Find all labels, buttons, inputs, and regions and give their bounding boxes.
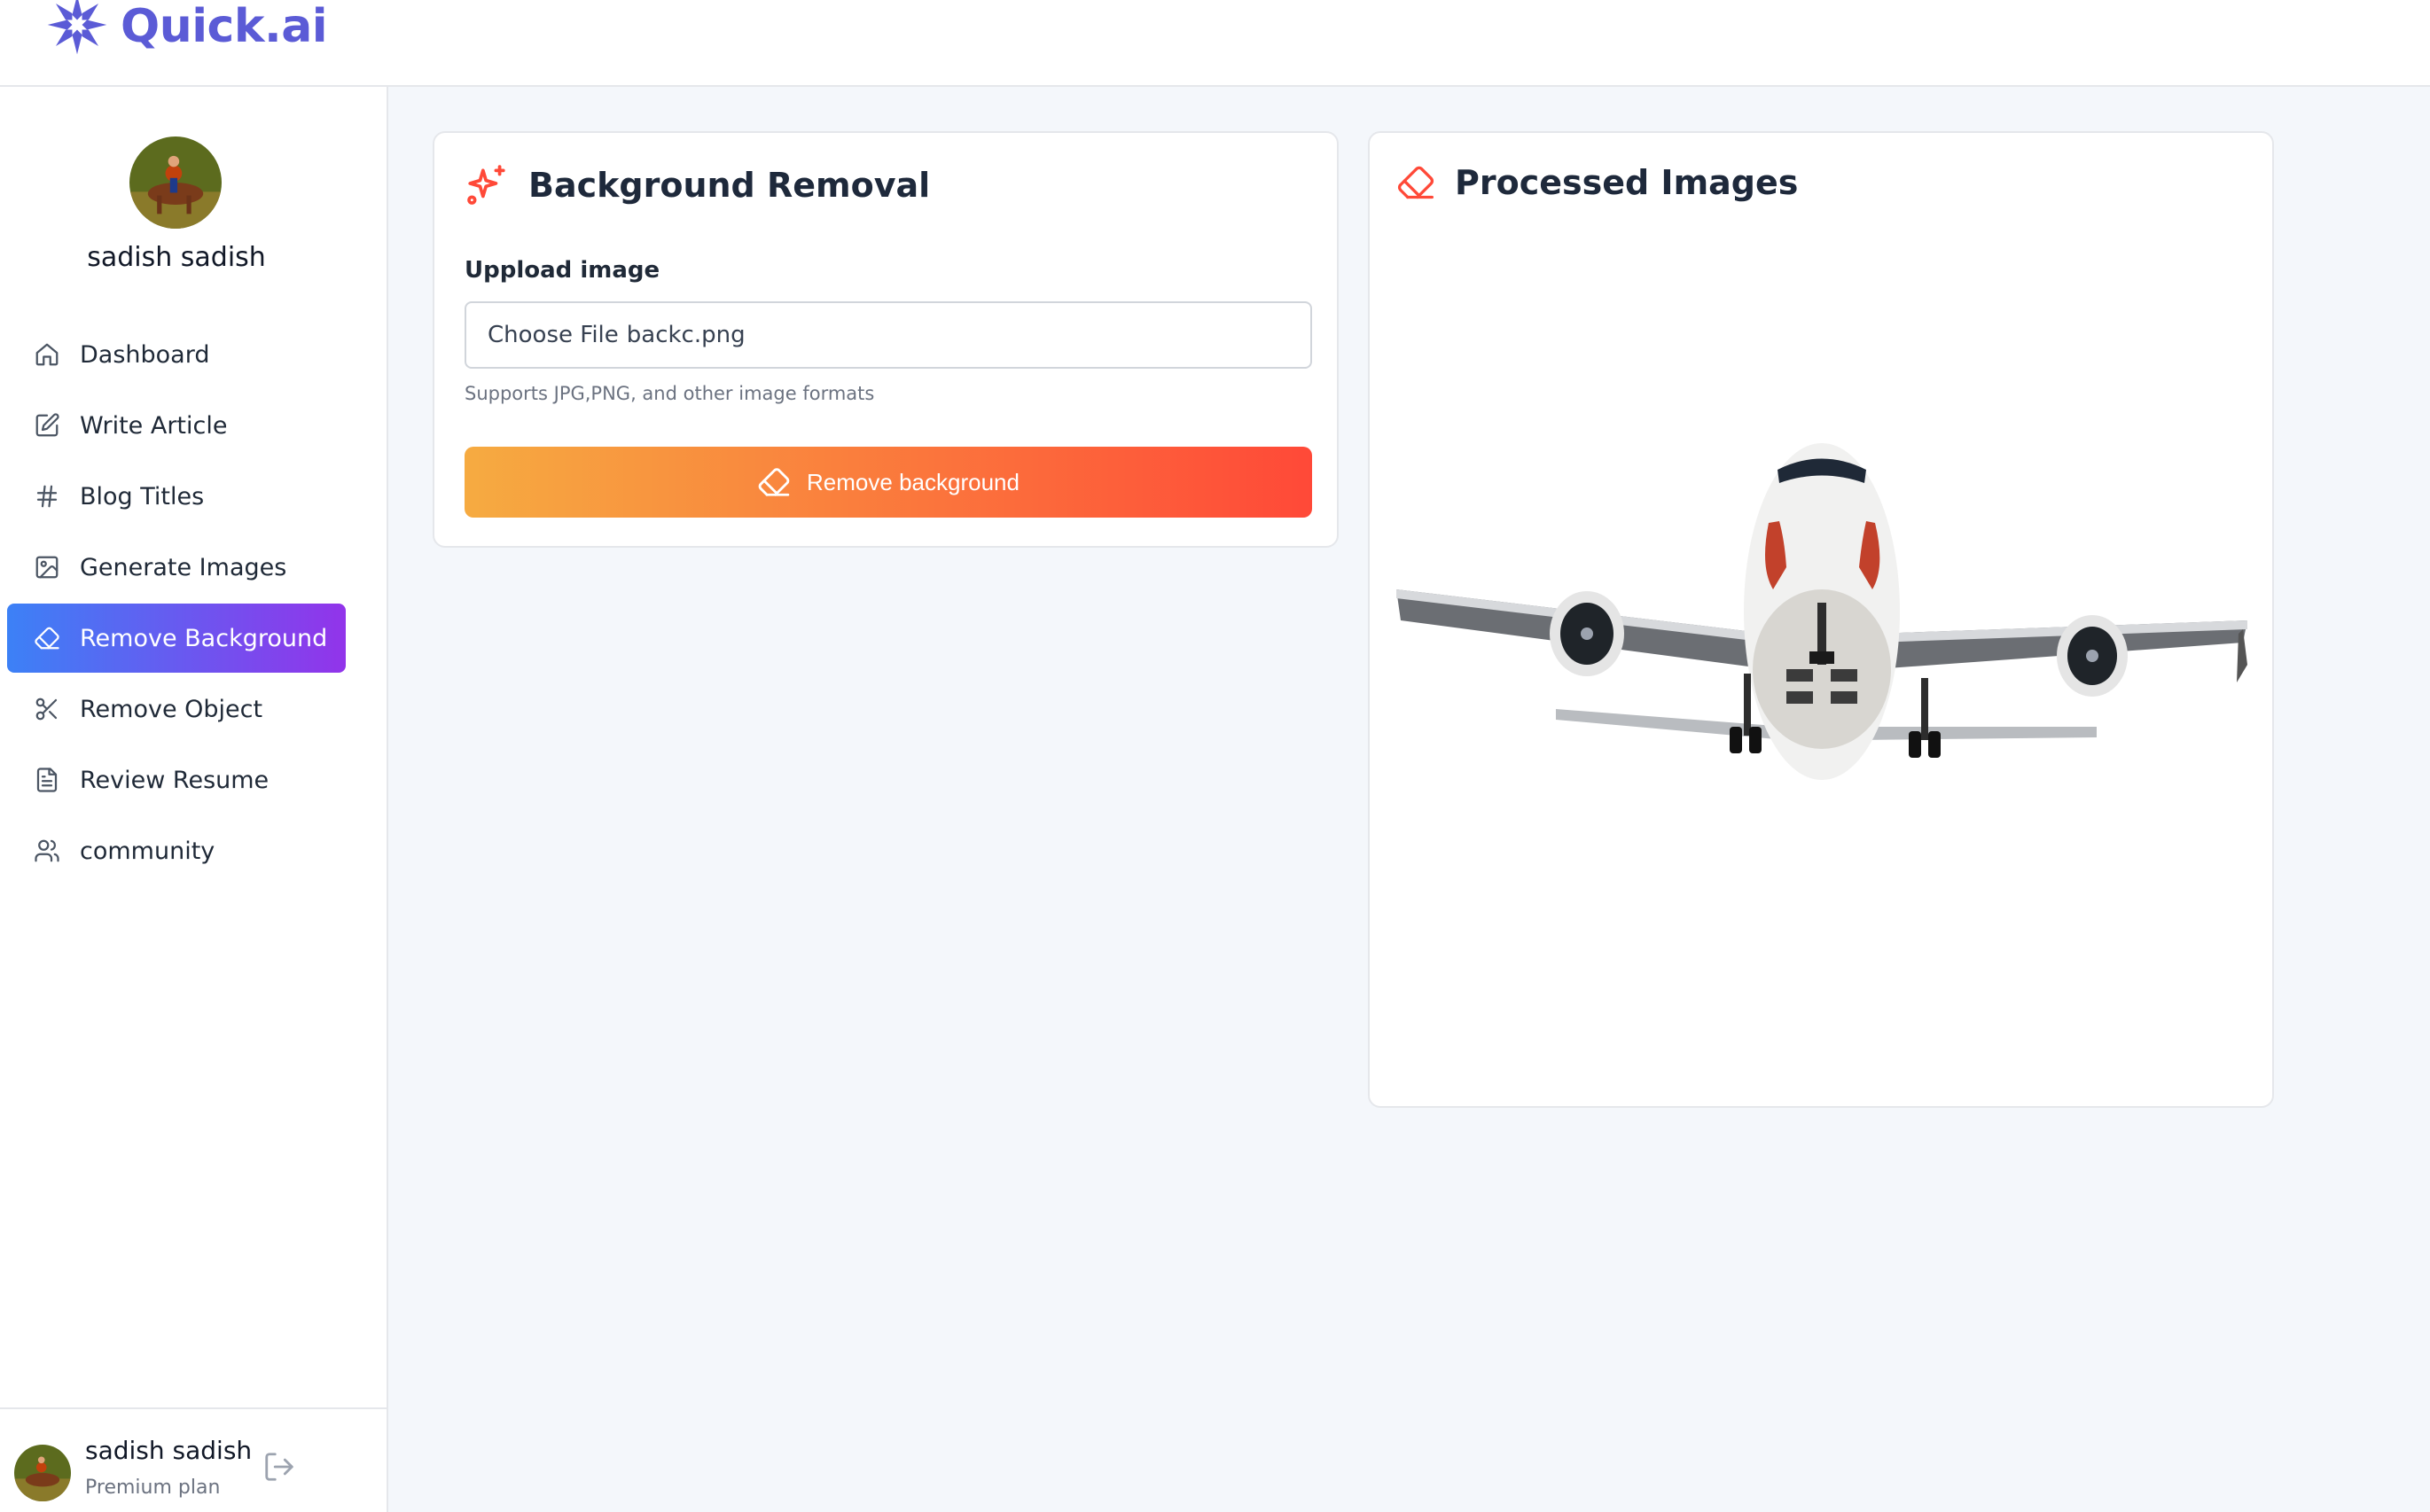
airplane-image [1396,443,2247,780]
footer-user-plan: Premium plan [85,1477,221,1499]
home-icon [32,339,62,370]
top-bar: Quick.ai [0,0,2430,87]
sidebar-item-label: Review Resume [80,766,270,794]
remove-background-button[interactable]: Remove background [465,447,1312,518]
sidebar: sadish sadish Dashboard Write Article Bl… [0,87,388,1512]
button-label: Remove background [807,468,1020,495]
upload-hint: Supports JPG,PNG, and other image format… [465,383,875,404]
brand-logo[interactable]: Quick.ai [44,0,328,61]
main-content: Background Removal Uppload image Choose … [388,87,2430,1512]
card-title-text: Processed Images [1455,163,1799,202]
avatar[interactable] [129,136,222,229]
processed-images-card: Processed Images [1368,131,2274,1108]
background-removal-card: Background Removal Uppload image Choose … [433,131,1339,548]
logout-icon[interactable] [262,1450,296,1484]
sidebar-item-label: Dashboard [80,340,210,369]
choose-file-button[interactable]: Choose File [488,322,619,348]
sidebar-item-remove-background[interactable]: Remove Background [7,604,346,673]
user-avatar[interactable] [14,1445,71,1501]
card-title: Processed Images [1396,163,1798,202]
brand-name: Quick.ai [121,0,328,53]
upload-label: Uppload image [465,257,660,284]
pen-square-icon [32,410,62,440]
sparkle-logo-icon [44,0,110,61]
sparkles-icon [465,163,509,207]
sidebar-item-label: Write Article [80,411,228,440]
eraser-icon [32,623,62,653]
sidebar-item-label: Generate Images [80,553,287,581]
scissors-icon [32,694,62,724]
sidebar-item-label: Blog Titles [80,482,205,510]
eraser-icon [757,465,791,499]
processed-image [1396,443,2247,798]
card-title: Background Removal [465,163,930,207]
sidebar-item-label: Remove Object [80,695,263,723]
file-input[interactable]: Choose File backc.png [465,301,1312,369]
sidebar-item-dashboard[interactable]: Dashboard [7,320,346,389]
eraser-icon [1396,163,1435,202]
sidebar-item-community[interactable]: community [7,816,346,885]
sidebar-item-generate-images[interactable]: Generate Images [7,533,346,602]
sidebar-footer: sadish sadish Premium plan [0,1407,387,1512]
file-name: backc.png [626,322,746,348]
sidebar-item-blog-titles[interactable]: Blog Titles [7,462,346,531]
hash-icon [32,481,62,511]
footer-user-name: sadish sadish [85,1436,253,1465]
sidebar-item-write-article[interactable]: Write Article [7,391,346,460]
sidebar-item-label: Remove Background [80,624,328,652]
image-icon [32,552,62,582]
profile-name: sadish sadish [87,242,266,273]
sidebar-nav: Dashboard Write Article Blog Titles Gene… [7,320,346,887]
users-icon [32,836,62,866]
file-text-icon [32,765,62,795]
sidebar-item-review-resume[interactable]: Review Resume [7,745,346,814]
sidebar-item-remove-object[interactable]: Remove Object [7,674,346,744]
sidebar-item-label: community [80,837,215,865]
card-title-text: Background Removal [528,166,931,205]
